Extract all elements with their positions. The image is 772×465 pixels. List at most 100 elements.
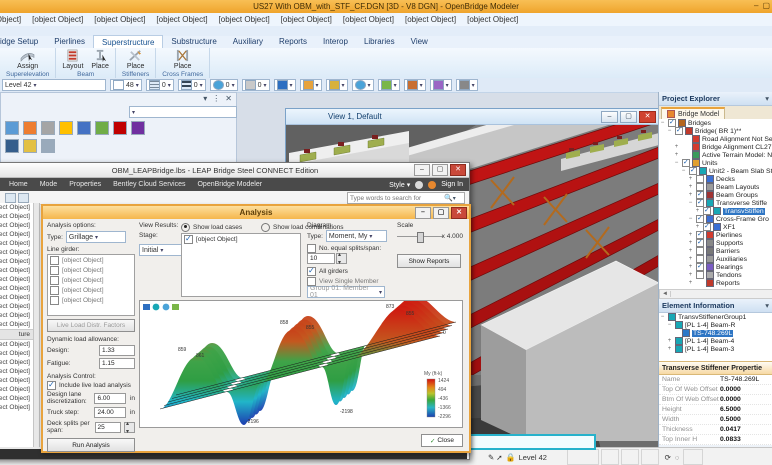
- line-style-combo[interactable]: 0: [146, 79, 174, 91]
- line-girder-item[interactable]: [object Object]: [48, 285, 134, 295]
- menu-item[interactable]: [object Object]: [0, 15, 21, 24]
- expand-icon[interactable]: [673, 152, 680, 159]
- load-case-listbox[interactable]: [object Object]: [181, 233, 301, 297]
- checkbox-checked-icon[interactable]: [47, 381, 56, 390]
- status-cell-3[interactable]: [621, 449, 639, 465]
- property-row[interactable]: Top Of Web Offset 0.0000: [659, 385, 772, 395]
- app-maximize-icon[interactable]: ▢: [762, 1, 770, 10]
- expand-icon[interactable]: [666, 346, 673, 353]
- search-dropdown-icon[interactable]: ▾: [453, 195, 456, 202]
- leap-close-button[interactable]: ✕: [450, 164, 466, 176]
- tree-item[interactable]: Cross-Frame Gro: [659, 215, 772, 223]
- analysis-minimize-button[interactable]: –: [415, 207, 431, 219]
- tree-checkbox-icon[interactable]: [703, 223, 711, 231]
- expand-icon[interactable]: [673, 160, 680, 167]
- chart-settings-icon[interactable]: [172, 304, 179, 310]
- status-cell-4[interactable]: [641, 449, 659, 465]
- beam-layout-button[interactable]: Layout: [62, 49, 83, 70]
- checkbox-icon[interactable]: [307, 244, 316, 253]
- tool-icon-9[interactable]: [5, 139, 19, 153]
- property-row[interactable]: Height 6.5000: [659, 405, 772, 415]
- dock-dropdown-icon[interactable]: ▾: [203, 94, 207, 103]
- stiffener-place-button[interactable]: Place: [127, 49, 145, 70]
- checkbox-icon[interactable]: [50, 296, 59, 305]
- status-cell-1[interactable]: [567, 449, 599, 465]
- ribbon-tab[interactable]: View: [403, 35, 436, 48]
- pan-icon[interactable]: [143, 304, 150, 310]
- menu-item[interactable]: [object Object]: [343, 15, 394, 24]
- line-girder-item[interactable]: [object Object]: [48, 255, 134, 265]
- view-minimize-button[interactable]: –: [601, 111, 618, 123]
- diagram-splits-field[interactable]: 10: [307, 253, 335, 264]
- select-tool-icon[interactable]: ✎: [488, 453, 494, 462]
- window-icon[interactable]: [415, 181, 423, 189]
- run-analysis-button[interactable]: Run Analysis: [47, 438, 135, 452]
- menu-item[interactable]: [object Object]: [467, 15, 518, 24]
- radio-on-icon[interactable]: [181, 223, 190, 232]
- expand-icon[interactable]: [659, 120, 666, 127]
- tool-icon-10[interactable]: [23, 139, 37, 153]
- leap-tab-mode[interactable]: Mode: [40, 181, 58, 188]
- tree-item[interactable]: XF1: [659, 223, 772, 231]
- menu-item[interactable]: [object Object]: [32, 15, 83, 24]
- expand-icon[interactable]: [673, 144, 680, 151]
- tree-item[interactable]: Supports: [659, 239, 772, 247]
- app-minimize-icon[interactable]: –: [754, 1, 758, 10]
- menu-item[interactable]: [object Object]: [281, 15, 332, 24]
- settings-dropdown[interactable]: [456, 79, 478, 91]
- image-dropdown[interactable]: [378, 79, 400, 91]
- ribbon-tab[interactable]: Auxiliary: [225, 35, 271, 48]
- expand-icon[interactable]: [687, 176, 694, 183]
- diagram-type-select[interactable]: Moment, My: [326, 230, 387, 242]
- analysis-close-icon-button[interactable]: ✕: [451, 207, 467, 219]
- tree-item[interactable]: Auxiliaries: [659, 255, 772, 263]
- diagram-splits-spinner[interactable]: [336, 253, 347, 264]
- tree-item[interactable]: [PL 1-4] Beam-4: [659, 337, 772, 345]
- tree-checkbox-icon[interactable]: [696, 271, 704, 279]
- ribbon-tab[interactable]: Bridge Setup: [0, 35, 46, 48]
- assign-button[interactable]: Assign: [17, 49, 38, 70]
- project-explorer-hscrollbar[interactable]: ◄: [659, 289, 772, 299]
- leap-maximize-button[interactable]: ▢: [432, 164, 448, 176]
- expand-icon[interactable]: [666, 128, 673, 135]
- tree-item[interactable]: [PL 1-4] Beam-3: [659, 345, 772, 353]
- checkbox-icon[interactable]: [50, 276, 59, 285]
- expand-icon[interactable]: [687, 192, 694, 199]
- tree-checkbox-icon[interactable]: [696, 263, 704, 271]
- checkbox-icon[interactable]: [50, 266, 59, 275]
- checkbox-checked-icon[interactable]: [307, 267, 316, 276]
- property-row[interactable]: Thickness 0.0417: [659, 425, 772, 435]
- tree-checkbox-icon[interactable]: [696, 239, 704, 247]
- leap-search[interactable]: 🔍 ▾: [347, 192, 465, 204]
- sign-in-button[interactable]: Sign In: [441, 181, 463, 188]
- scroll-left-icon[interactable]: ◄: [660, 291, 671, 297]
- priority-combo[interactable]: 0: [242, 79, 270, 91]
- tree-item[interactable]: TS-748.269L: [659, 329, 772, 337]
- active-level-combo[interactable]: Level 42: [2, 79, 106, 91]
- target-icon[interactable]: ◌: [675, 453, 679, 462]
- splits-check[interactable]: No. equal splits/span:: [307, 243, 387, 253]
- model-dropdown[interactable]: [274, 79, 296, 91]
- lock-icon[interactable]: 🔒: [506, 453, 516, 462]
- tool-icon-6[interactable]: [95, 121, 109, 135]
- menu-item[interactable]: [object Object]: [156, 15, 207, 24]
- splits-field[interactable]: 25: [95, 422, 121, 433]
- styles-dropdown[interactable]: [430, 79, 452, 91]
- globe-icon[interactable]: [163, 304, 170, 311]
- expand-icon[interactable]: [666, 338, 673, 345]
- tree-item[interactable]: Beam Groups: [659, 191, 772, 199]
- search-input[interactable]: [348, 195, 444, 202]
- expand-icon[interactable]: [687, 264, 694, 271]
- tree-checkbox-icon[interactable]: [675, 127, 683, 135]
- ribbon-tab[interactable]: Pierlines: [46, 35, 93, 48]
- property-row[interactable]: Btm Of Web Offset 0.0000: [659, 395, 772, 405]
- status-level[interactable]: Level 42: [519, 453, 567, 462]
- ribbon-tab[interactable]: Interop: [315, 35, 356, 48]
- line-girder-item[interactable]: [object Object]: [48, 265, 134, 275]
- lane-field[interactable]: 6.00: [94, 393, 126, 404]
- tree-checkbox-icon[interactable]: [696, 215, 704, 223]
- member-select[interactable]: Group 01: Member 01: [307, 286, 385, 298]
- line-girder-item[interactable]: [object Object]: [48, 295, 134, 305]
- leap-minimize-button[interactable]: –: [414, 164, 430, 176]
- radio-off-icon[interactable]: [261, 223, 270, 232]
